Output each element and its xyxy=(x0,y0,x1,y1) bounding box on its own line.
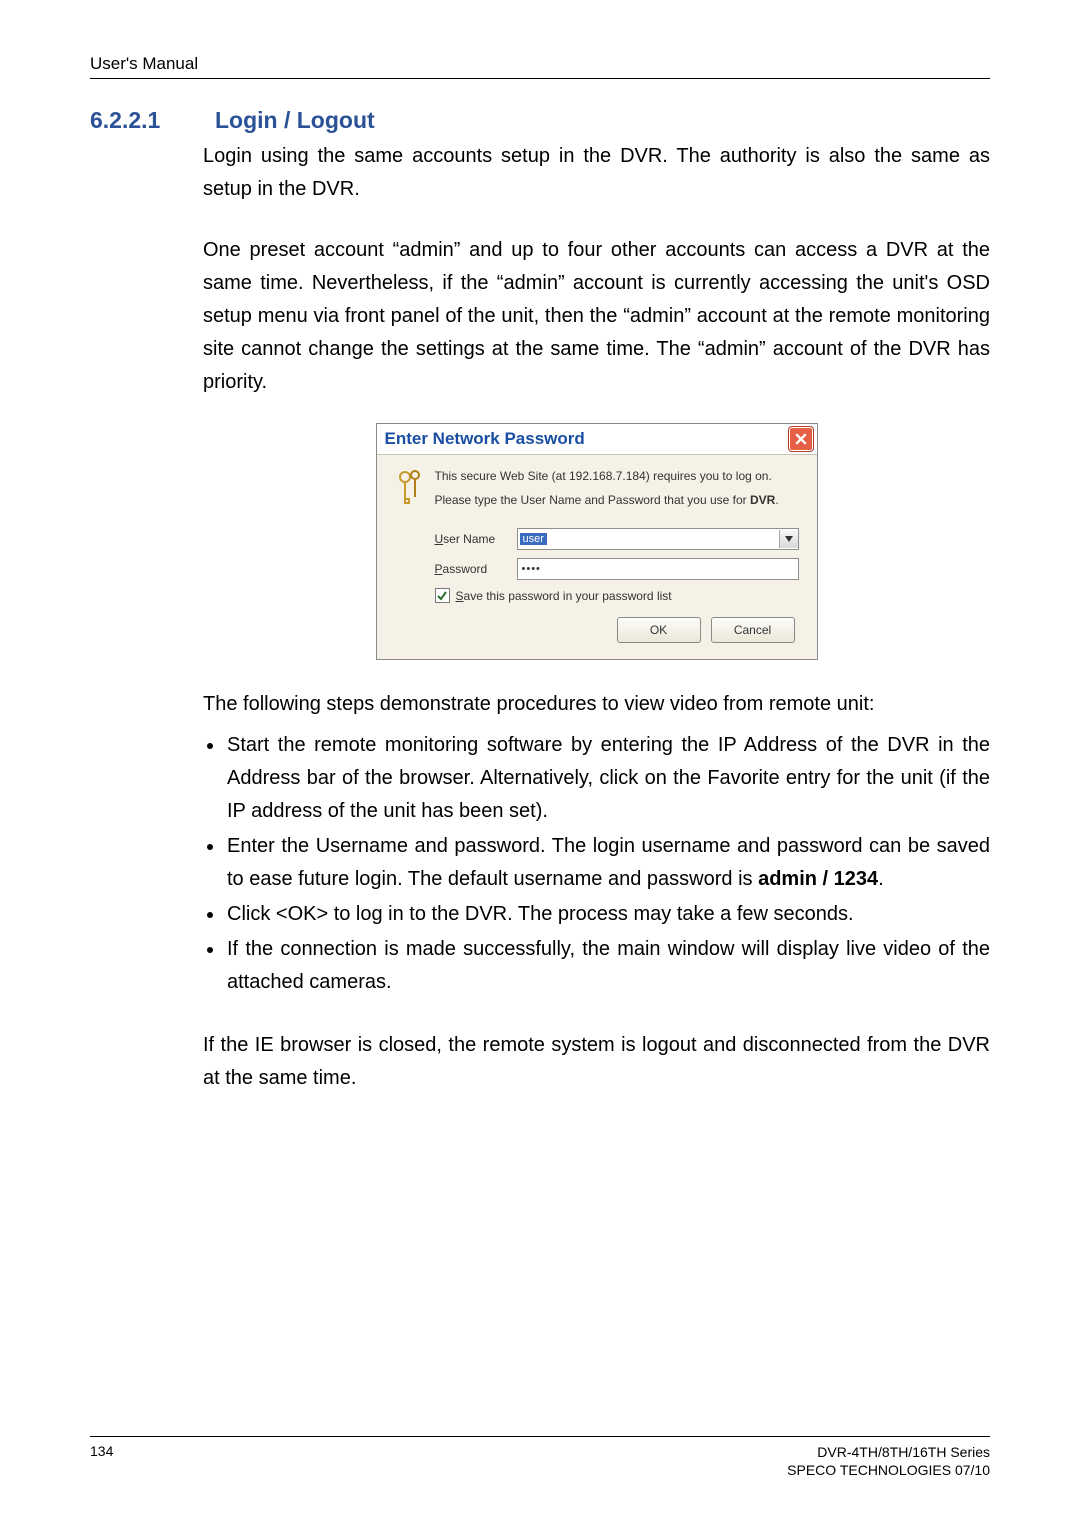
paragraph-1: Login using the same accounts setup in t… xyxy=(203,140,990,206)
ok-button[interactable]: OK xyxy=(617,617,701,643)
list-item: Enter the Username and password. The log… xyxy=(225,830,990,896)
footer-company: SPECO TECHNOLOGIES 07/10 xyxy=(787,1461,990,1479)
paragraph-2: One preset account “admin” and up to fou… xyxy=(203,234,990,399)
username-field[interactable]: user xyxy=(517,528,799,550)
paragraph-3: The following steps demonstrate procedur… xyxy=(203,688,990,721)
chevron-down-icon[interactable] xyxy=(779,530,798,548)
steps-list: Start the remote monitoring software by … xyxy=(203,729,990,999)
dialog-instruction-1: This secure Web Site (at 192.168.7.184) … xyxy=(435,469,799,483)
section-number: 6.2.2.1 xyxy=(90,107,185,134)
page-number: 134 xyxy=(90,1443,113,1459)
password-label: Password xyxy=(435,562,507,576)
header-running-title: User's Manual xyxy=(90,54,990,79)
dialog-titlebar: Enter Network Password xyxy=(377,424,817,455)
save-password-label: Save this password in your password list xyxy=(456,589,672,603)
list-item: Click <OK> to log in to the DVR. The pro… xyxy=(225,898,990,931)
save-password-checkbox[interactable] xyxy=(435,588,450,603)
section-title: Login / Logout xyxy=(215,107,375,134)
list-item: Start the remote monitoring software by … xyxy=(225,729,990,828)
cancel-button[interactable]: Cancel xyxy=(711,617,795,643)
login-dialog: Enter Network Password xyxy=(376,423,818,660)
keys-icon xyxy=(395,469,425,512)
dialog-title: Enter Network Password xyxy=(385,429,585,449)
password-field[interactable]: •••• xyxy=(517,558,799,580)
paragraph-4: If the IE browser is closed, the remote … xyxy=(203,1029,990,1095)
dialog-instruction-2: Please type the User Name and Password t… xyxy=(435,493,799,507)
password-value: •••• xyxy=(522,563,541,575)
username-value: user xyxy=(520,533,547,545)
list-item: If the connection is made successfully, … xyxy=(225,933,990,999)
footer-series: DVR-4TH/8TH/16TH Series xyxy=(787,1443,990,1461)
close-icon[interactable] xyxy=(789,427,813,451)
username-label: User Name xyxy=(435,532,507,546)
